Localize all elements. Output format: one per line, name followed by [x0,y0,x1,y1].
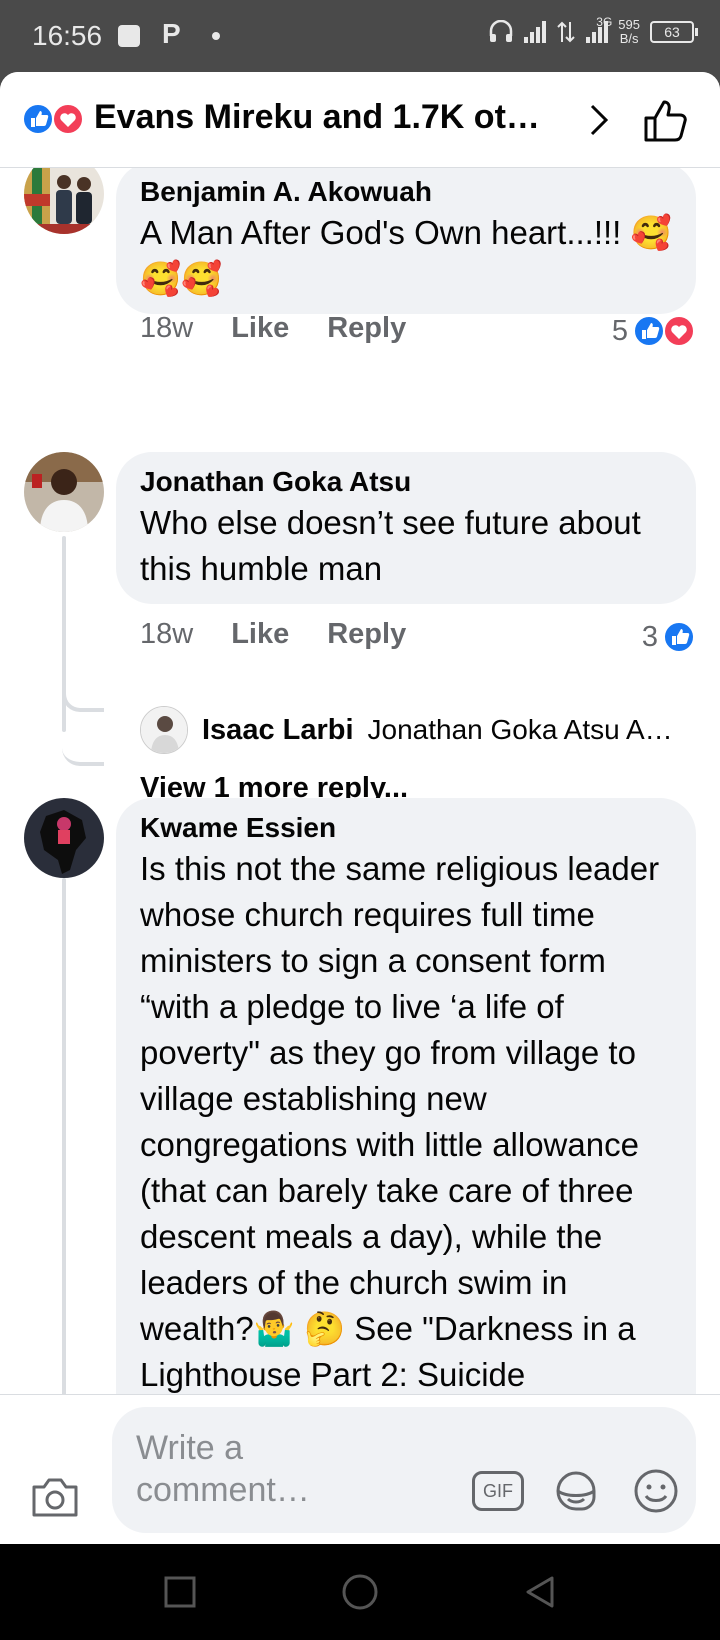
gif-icon[interactable]: GIF [472,1471,524,1511]
back-icon[interactable] [520,1572,560,1612]
status-icons: 3G 595 B/s 63 [488,15,698,46]
headset-icon [490,20,513,42]
reply-button[interactable]: Reply [327,618,406,651]
reply-button[interactable]: Reply [327,312,406,345]
comment-actions: 18w Like Reply [140,312,406,345]
avatar-photo [24,168,104,234]
reactions-summary[interactable]: Evans Mireku and 1.7K ot… [94,98,540,137]
notification-icon [118,25,140,47]
network-type-label: 3G [596,15,613,29]
comment-placeholder: Write a comment… [136,1429,310,1509]
avatar-photo [24,798,104,878]
reply-preview[interactable]: Isaac Larbi Jonathan Goka Atsu A… [140,706,673,754]
comment-list[interactable]: Benjamin A. Akowuah A Man After God's Ow… [0,168,720,1468]
comment-text: Is this not the same religious leader wh… [140,850,660,1393]
comment-bubble[interactable]: Kwame Essien Is this not the same religi… [116,798,696,1468]
status-time: 16:56 [32,20,103,51]
reaction-count-value: 3 [641,620,658,653]
comment-input[interactable]: Write a comment… GIF [112,1407,696,1533]
reaction-count[interactable]: 3 [642,620,696,654]
reaction-count-value: 5 [611,314,628,347]
thread-connector [62,688,104,712]
comments-sheet: Evans Mireku and 1.7K ot… Benjamin A. Ak… [0,72,720,1544]
chevron-right-icon[interactable] [580,100,616,140]
comment-time: 18w [140,312,194,344]
avatar[interactable] [24,452,104,532]
more-notifications-icon [212,32,220,40]
comment-time: 18w [140,618,194,650]
love-icon [52,103,84,135]
comment-author[interactable]: Jonathan Goka Atsu [140,464,672,500]
recents-icon[interactable] [160,1572,200,1612]
parking-app-icon: P [162,18,181,49]
avatar[interactable] [24,798,104,878]
comment-author[interactable]: Benjamin A. Akowuah [140,174,672,210]
gif-label: GIF [483,1480,513,1501]
comment-text: Who else doesn’t see future about this h… [140,504,641,587]
reactions-header[interactable]: Evans Mireku and 1.7K ot… [0,72,720,168]
avatar-photo [24,452,104,532]
like-button[interactable]: Like [231,618,289,651]
battery-level: 63 [664,24,680,40]
comment-author[interactable]: Kwame Essien [140,810,672,846]
reaction-icons [22,103,84,135]
thread-line [62,878,66,1468]
speed-unit: B/s [619,31,639,46]
like-icon [633,315,665,347]
home-icon[interactable] [340,1572,380,1612]
reply-author[interactable]: Isaac Larbi [202,714,354,747]
camera-icon[interactable] [30,1475,80,1519]
avatar[interactable] [24,168,104,234]
love-icon [663,315,695,347]
data-transfer-icon [557,21,576,43]
avatar-photo [141,707,187,753]
avatar[interactable] [140,706,188,754]
system-nav-bar [0,1544,720,1640]
like-outline-icon[interactable] [640,96,692,146]
battery-icon: 63 [650,21,698,43]
like-icon [663,621,695,653]
emoji-icon[interactable] [632,1467,680,1515]
speed-value: 595 [618,17,640,32]
comment-bubble[interactable]: Benjamin A. Akowuah A Man After God's Ow… [116,168,696,314]
reply-text: Jonathan Goka Atsu A… [367,714,673,745]
comment-bubble[interactable]: Jonathan Goka Atsu Who else doesn’t see … [116,452,696,604]
signal-icon [524,21,547,43]
thread-connector [62,742,104,766]
sticker-icon[interactable] [552,1467,600,1515]
network-speed: 595 B/s [618,18,640,46]
like-button[interactable]: Like [231,312,289,345]
status-bar: 16:56 P 3G 595 B/s 63 [0,0,720,70]
like-icon [22,103,54,135]
comment-text: A Man After God's Own heart...!!! 🥰🥰🥰 [140,214,672,297]
reaction-icons [633,315,695,347]
comment-composer: Write a comment… GIF [0,1394,720,1544]
reaction-count[interactable]: 5 [612,314,696,348]
signal-3g: 3G [586,15,612,43]
comment-actions: 18w Like Reply [140,618,406,651]
